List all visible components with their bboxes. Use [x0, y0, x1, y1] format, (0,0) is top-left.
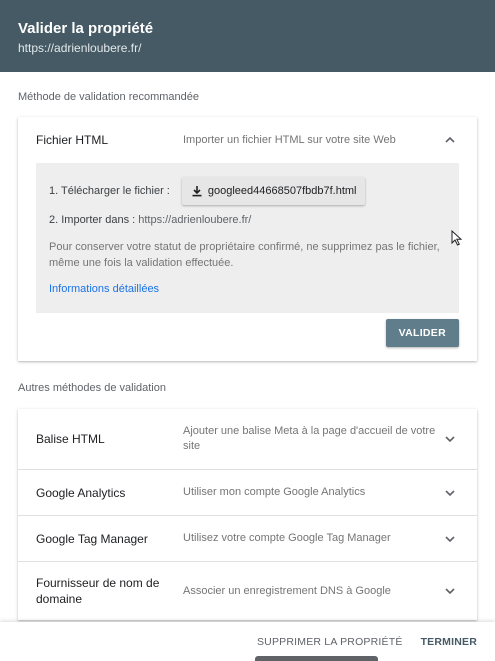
- method-description: Ajouter une balise Meta à la page d'accu…: [183, 425, 436, 452]
- recommended-section-label: Méthode de validation recommandée: [18, 91, 200, 103]
- validate-actions: VALIDER: [18, 313, 477, 361]
- chevron-down-icon[interactable]: [443, 432, 457, 446]
- download-icon: [192, 186, 202, 197]
- download-step-label: 1. Télécharger le fichier :: [49, 185, 170, 197]
- upload-step-url: https://adrienloubere.fr/: [138, 214, 252, 226]
- mouse-cursor-icon: [451, 230, 462, 246]
- method-description: Utilisez votre compte Google Tag Manager: [183, 532, 391, 544]
- chevron-down-icon[interactable]: [443, 486, 457, 500]
- download-file-name: googleed44668507fbdb7f.html: [207, 185, 357, 197]
- property-url: https://adrienloubere.fr/: [18, 41, 142, 55]
- upload-step: 2. Importer dans : https://adrienloubere…: [49, 214, 446, 226]
- method-name: Balise HTML: [36, 432, 105, 446]
- recommended-method-card: Fichier HTML Importer un fichier HTML su…: [18, 117, 477, 361]
- delete-property-button[interactable]: SUPPRIMER LA PROPRIÉTÉ: [257, 636, 403, 648]
- verify-property-dialog: Valider la propriété https://adrienloube…: [0, 0, 495, 661]
- chevron-down-icon[interactable]: [443, 532, 457, 546]
- upload-step-label: 2. Importer dans :: [49, 214, 136, 226]
- keep-file-note: Pour conserver votre statut de propriéta…: [49, 241, 440, 269]
- method-description: Associer un enregistrement DNS à Google: [183, 584, 391, 597]
- method-name: Google Tag Manager: [36, 531, 148, 546]
- method-row-html-tag[interactable]: Balise HTML Ajouter une balise Meta à la…: [18, 409, 477, 470]
- method-row-google-tag-manager[interactable]: Google Tag Manager Utilisez votre compte…: [18, 516, 477, 562]
- other-methods-section-label: Autres méthodes de validation: [18, 382, 166, 394]
- method-row-google-analytics[interactable]: Google Analytics Utiliser mon compte Goo…: [18, 470, 477, 516]
- dialog-footer: SUPPRIMER LA PROPRIÉTÉ TERMINER: [0, 622, 495, 661]
- chevron-down-icon[interactable]: [443, 584, 457, 598]
- dialog-header: Valider la propriété https://adrienloube…: [0, 0, 495, 72]
- method-name: Google Analytics: [36, 485, 126, 500]
- snackbar: [255, 656, 378, 661]
- download-step: 1. Télécharger le fichier : googleed4466…: [49, 177, 446, 205]
- method-row-html-file[interactable]: Fichier HTML Importer un fichier HTML su…: [18, 117, 477, 163]
- method-row-domain-provider[interactable]: Fournisseur de nom de domaine Associer u…: [18, 562, 477, 620]
- method-details: 1. Télécharger le fichier : googleed4466…: [36, 163, 459, 313]
- chevron-up-icon[interactable]: [443, 133, 457, 147]
- method-name: Fichier HTML: [36, 133, 109, 147]
- method-description: Utiliser mon compte Google Analytics: [183, 486, 366, 498]
- dialog-title: Valider la propriété: [18, 20, 154, 37]
- other-methods-card: Balise HTML Ajouter une balise Meta à la…: [18, 409, 477, 620]
- method-description: Importer un fichier HTML sur votre site …: [183, 133, 396, 146]
- download-file-button[interactable]: googleed44668507fbdb7f.html: [181, 177, 365, 205]
- more-info-link[interactable]: Informations détaillées: [49, 283, 159, 295]
- method-name: Fournisseur de nom de domaine: [36, 576, 160, 606]
- done-button[interactable]: TERMINER: [421, 636, 477, 648]
- validate-button[interactable]: VALIDER: [385, 319, 459, 347]
